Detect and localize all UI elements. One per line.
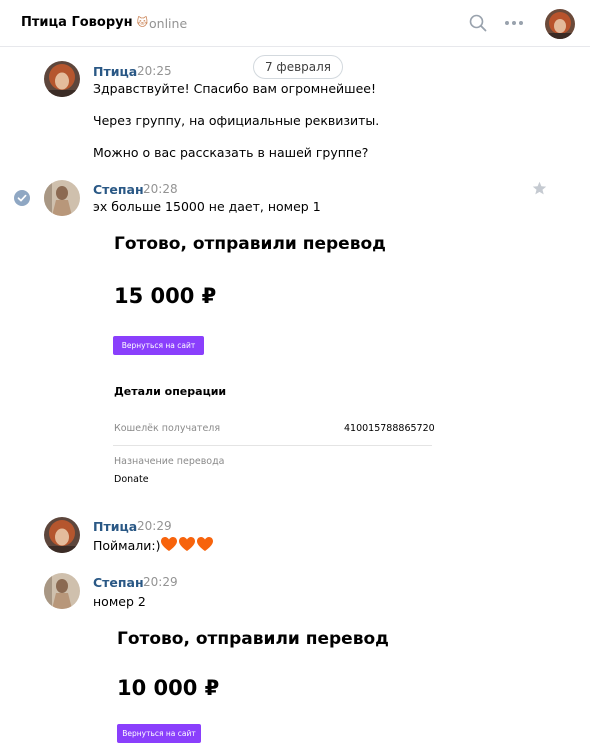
transfer-amount: 10 000 ₽	[117, 676, 220, 700]
return-to-site-button[interactable]: Вернуться на сайт	[113, 336, 204, 355]
message-author[interactable]: Степан	[93, 182, 144, 197]
avatar[interactable]	[44, 573, 80, 609]
chat-title[interactable]: Птица Говорун 🐱	[21, 15, 148, 30]
message-text: Здравствуйте! Спасибо вам огромнейшее!	[93, 81, 376, 96]
avatar[interactable]	[44, 517, 80, 553]
transfer-title: Готово, отправили перевод	[117, 629, 389, 649]
transfer-amount: 15 000 ₽	[114, 284, 217, 308]
more-icon[interactable]	[503, 16, 525, 30]
message-text-content: Поймали:)	[93, 538, 161, 553]
search-icon[interactable]	[469, 14, 487, 32]
date-divider: 7 февраля	[253, 55, 343, 79]
message-author[interactable]: Птица	[93, 519, 137, 534]
message-author[interactable]: Степан	[93, 575, 144, 590]
chat-title-text: Птица Говорун	[21, 15, 133, 30]
message-text: Через группу, на официальные реквизиты.	[93, 113, 380, 128]
cat-emoji: 🐱	[136, 16, 149, 29]
message-time[interactable]: 20:29	[137, 519, 172, 533]
details-divider	[113, 445, 432, 446]
online-status: online	[149, 16, 188, 31]
transfer-title: Готово, отправили перевод	[114, 234, 386, 254]
message-text: номер 2	[93, 594, 146, 609]
return-to-site-button[interactable]: Вернуться на сайт	[117, 724, 201, 743]
message-time[interactable]: 20:25	[137, 64, 172, 78]
hearts-emoji	[161, 537, 214, 551]
wallet-value: 410015788865720	[344, 423, 435, 434]
avatar[interactable]	[44, 180, 80, 216]
star-icon[interactable]	[532, 181, 547, 196]
purpose-value: Donate	[114, 474, 149, 485]
message-text: Поймали:)	[93, 537, 214, 553]
message-text: эх больше 15000 не дает, номер 1	[93, 199, 321, 214]
message-text: Можно о вас рассказать в нашей группе?	[93, 145, 369, 160]
details-title: Детали операции	[114, 385, 227, 398]
wallet-label: Кошелёк получателя	[114, 423, 221, 434]
message-time[interactable]: 20:28	[143, 182, 178, 196]
avatar[interactable]	[44, 61, 80, 97]
message-author[interactable]: Птица	[93, 64, 137, 79]
check-circle-icon[interactable]	[14, 190, 30, 206]
chat-header: Птица Говорун 🐱 online	[0, 0, 590, 47]
message-time[interactable]: 20:29	[143, 575, 178, 589]
purpose-label: Назначение перевода	[114, 456, 225, 467]
chat-avatar[interactable]	[545, 9, 575, 39]
